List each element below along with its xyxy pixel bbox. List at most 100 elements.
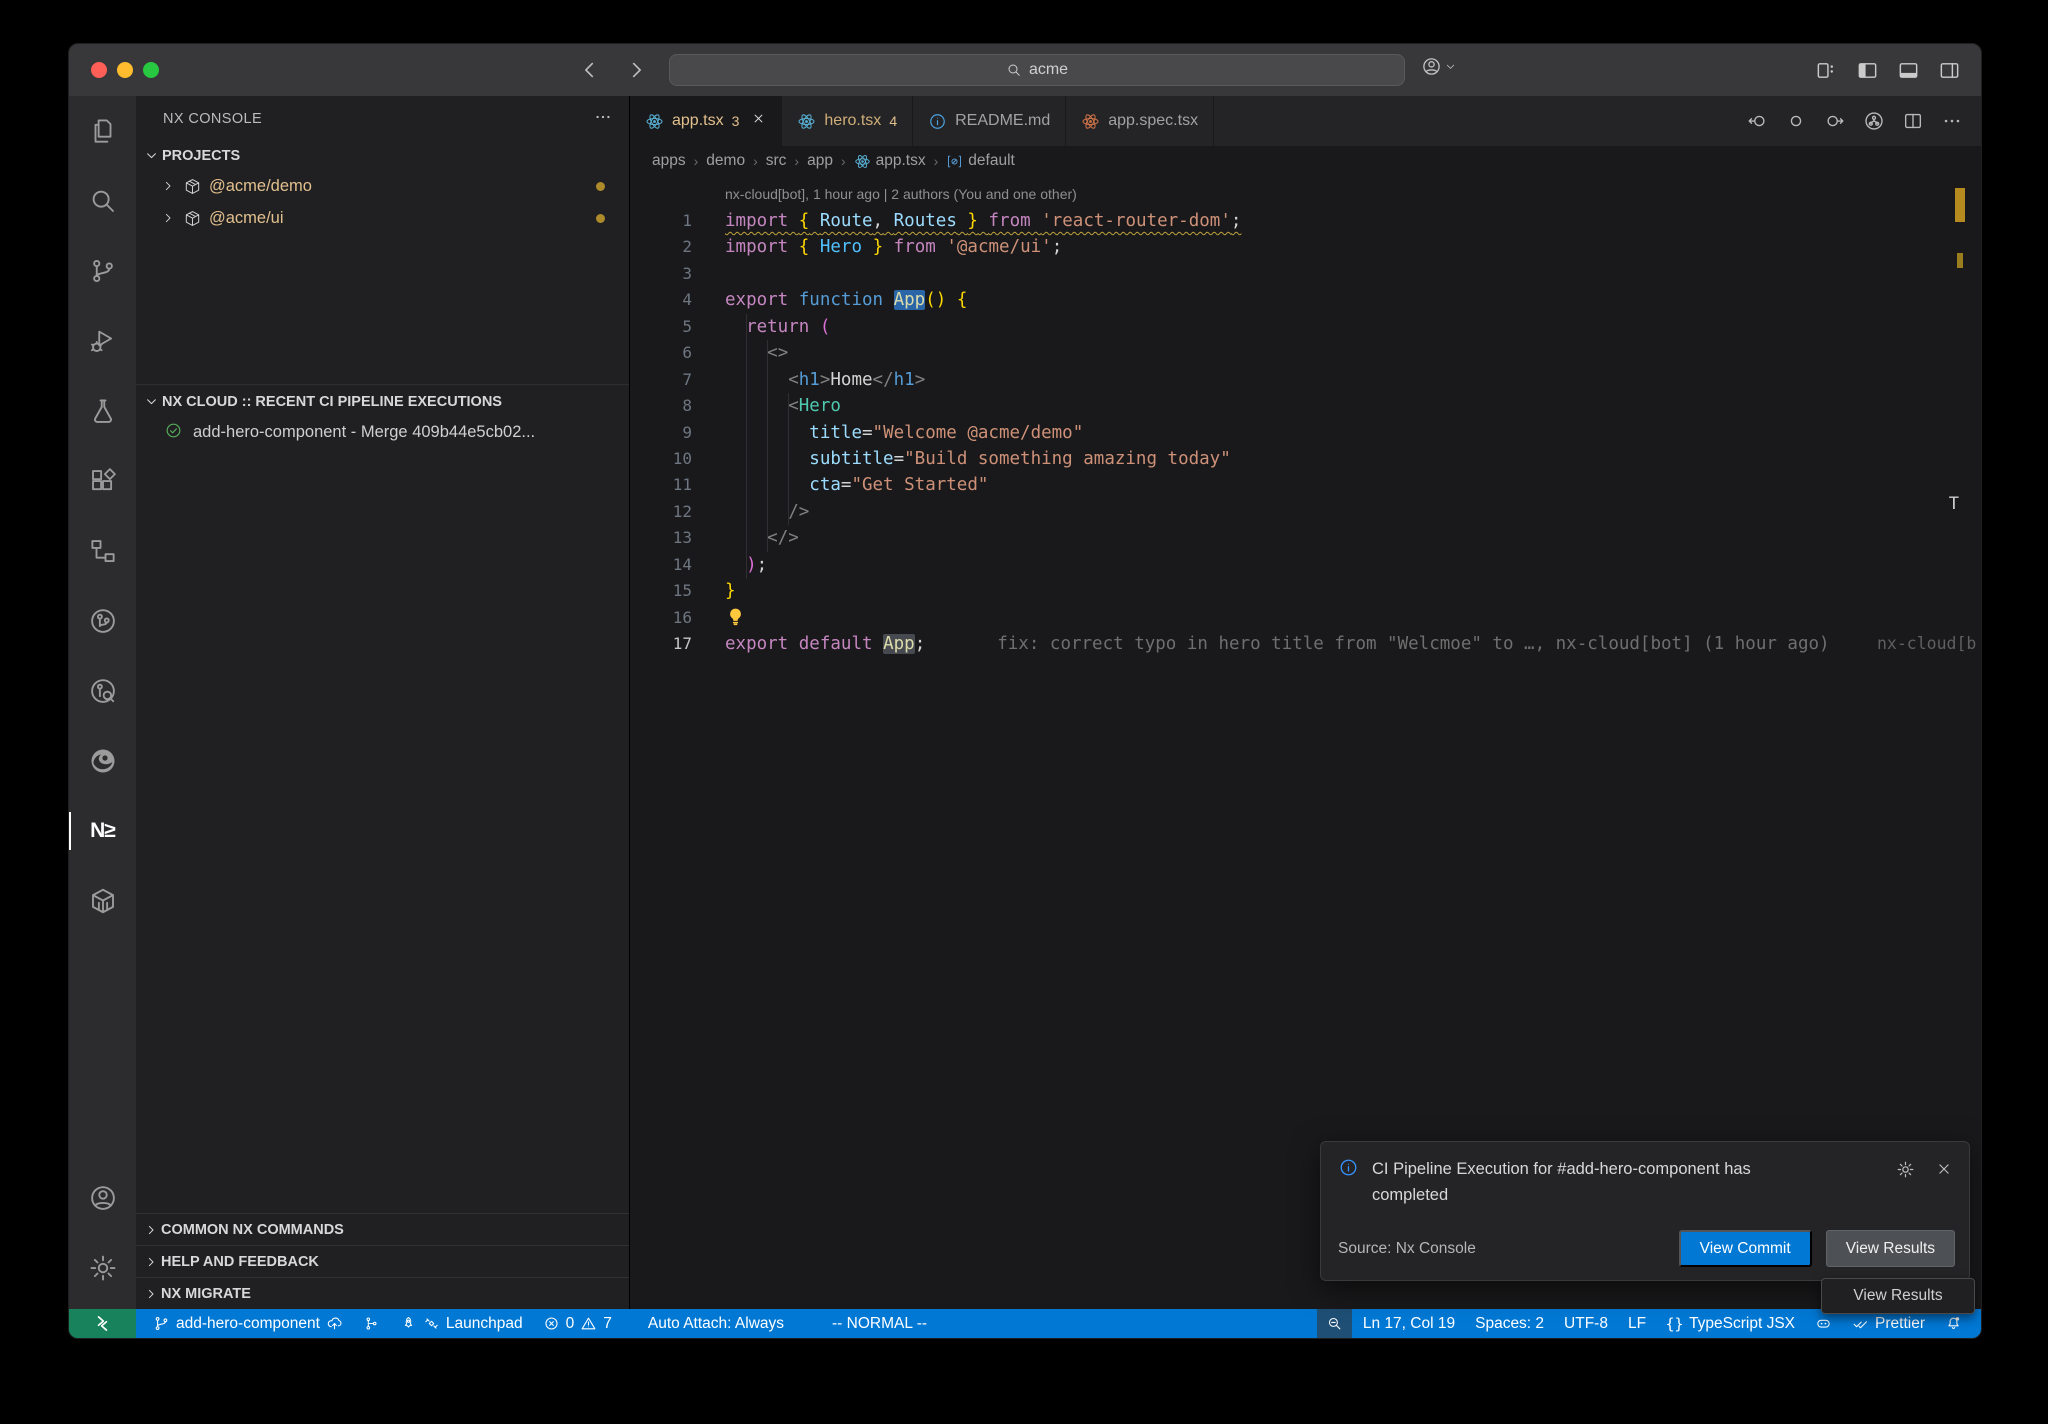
code-editor[interactable]: nx-cloud[bot], 1 hour ago | 2 authors (Y… bbox=[630, 176, 1981, 1309]
notification-settings-gear-icon[interactable] bbox=[1896, 1160, 1915, 1208]
activity-item-explorer-icon[interactable] bbox=[69, 96, 136, 166]
project-item-@acme/ui[interactable]: @acme/ui bbox=[136, 202, 629, 234]
remote-indicator[interactable] bbox=[69, 1309, 136, 1338]
projects-section-header[interactable]: PROJECTS bbox=[136, 141, 629, 170]
sidebar-section-nx-migrate[interactable]: NX MIGRATE bbox=[136, 1277, 629, 1309]
forward-arrow-icon[interactable] bbox=[625, 59, 647, 81]
close-window-button[interactable] bbox=[91, 62, 107, 78]
breadcrumb-demo[interactable]: demo bbox=[706, 152, 745, 170]
layout-panel-icon[interactable] bbox=[1897, 59, 1920, 82]
view-results-button[interactable]: View Results bbox=[1826, 1230, 1955, 1267]
nx-cloud-header-label: NX CLOUD :: RECENT CI PIPELINE EXECUTION… bbox=[162, 394, 502, 410]
activity-item-nx-console-icon[interactable]: N≥ bbox=[69, 796, 136, 866]
line-number: 16 bbox=[630, 605, 692, 631]
split-editor-icon[interactable] bbox=[1902, 110, 1924, 132]
code-line-5[interactable]: 5 return ( bbox=[630, 314, 1981, 340]
activity-item-testing-icon[interactable] bbox=[69, 376, 136, 446]
code-line-17[interactable]: 17export default App;fix: correct typo i… bbox=[630, 631, 1981, 657]
tab-README.md[interactable]: README.md bbox=[913, 96, 1066, 146]
codelens-annotation[interactable]: nx-cloud[bot], 1 hour ago | 2 authors (Y… bbox=[725, 181, 1077, 207]
code-line-3[interactable]: 3 bbox=[630, 261, 1981, 287]
language-item[interactable]: {}TypeScript JSX bbox=[1657, 1309, 1804, 1338]
activity-item-source-control-icon[interactable] bbox=[69, 236, 136, 306]
notification-close-icon[interactable] bbox=[1935, 1160, 1953, 1208]
breadcrumb-app[interactable]: app bbox=[807, 152, 833, 170]
code-line-9[interactable]: 9 title="Welcome @acme/demo" bbox=[630, 420, 1981, 446]
layout-sidebar-left-icon[interactable] bbox=[1856, 59, 1879, 82]
project-item-@acme/demo[interactable]: @acme/demo bbox=[136, 170, 629, 202]
breadcrumb-apps[interactable]: apps bbox=[652, 152, 686, 170]
code-line-12[interactable]: 12 /> bbox=[630, 499, 1981, 525]
activity-item-gitlens-icon[interactable] bbox=[69, 586, 136, 656]
code-line-14[interactable]: 14 ); bbox=[630, 552, 1981, 578]
tab-close-icon[interactable] bbox=[751, 111, 766, 126]
lightbulb-icon[interactable] bbox=[725, 606, 746, 627]
activity-item-extensions-icon[interactable] bbox=[69, 446, 136, 516]
activity-item-account-icon[interactable] bbox=[69, 1163, 136, 1233]
nav-dot-icon[interactable] bbox=[1785, 110, 1807, 132]
breadcrumb-src[interactable]: src bbox=[766, 152, 787, 170]
layout-customize-icon[interactable] bbox=[1815, 59, 1838, 82]
code-line-4[interactable]: 4export function App() { bbox=[630, 287, 1981, 313]
breadcrumb-default[interactable]: default bbox=[946, 152, 1015, 170]
activity-item-containers-icon[interactable] bbox=[69, 866, 136, 936]
line-content: ); bbox=[692, 552, 767, 578]
code-line-15[interactable]: 15} bbox=[630, 578, 1981, 604]
view-commit-button[interactable]: View Commit bbox=[1679, 1230, 1812, 1267]
code-line-2[interactable]: 2import { Hero } from '@acme/ui'; bbox=[630, 234, 1981, 260]
breadcrumb-separator: › bbox=[750, 153, 761, 169]
code-line-10[interactable]: 10 subtitle="Build something amazing tod… bbox=[630, 446, 1981, 472]
code-line-1[interactable]: 1import { Route, Routes } from 'react-ro… bbox=[630, 208, 1981, 234]
activity-item-references-icon[interactable] bbox=[69, 516, 136, 586]
code-line-11[interactable]: 11 cta="Get Started" bbox=[630, 472, 1981, 498]
activity-item-search-icon[interactable] bbox=[69, 166, 136, 236]
auto-attach-item[interactable]: Auto Attach: Always bbox=[639, 1309, 793, 1338]
code-line-8[interactable]: 8 <Hero bbox=[630, 393, 1981, 419]
sidebar-section-common-nx-commands[interactable]: COMMON NX COMMANDS bbox=[136, 1213, 629, 1245]
activity-item-run-debug-icon[interactable] bbox=[69, 306, 136, 376]
layout-sidebar-right-icon[interactable] bbox=[1938, 59, 1961, 82]
nav-back-icon[interactable] bbox=[1746, 110, 1768, 132]
tab-hero.tsx[interactable]: hero.tsx4 bbox=[782, 96, 913, 146]
activity-item-edge-browser-icon[interactable] bbox=[69, 726, 136, 796]
sidebar-section-help-and-feedback[interactable]: HELP AND FEEDBACK bbox=[136, 1245, 629, 1277]
line-number: 8 bbox=[630, 393, 692, 419]
nav-forward-icon[interactable] bbox=[1824, 110, 1846, 132]
more-actions-icon[interactable] bbox=[1941, 110, 1963, 132]
pipeline-execution-item[interactable]: add-hero-component - Merge 409b44e5cb02.… bbox=[136, 416, 629, 449]
source-control-icon bbox=[88, 256, 118, 286]
problems-item[interactable]: 07 bbox=[534, 1309, 621, 1338]
bell-dot-icon bbox=[1945, 1315, 1962, 1332]
zoom-item[interactable] bbox=[1317, 1309, 1352, 1338]
gear-icon bbox=[1896, 1160, 1915, 1179]
gitlens-inspect-icon bbox=[88, 676, 118, 706]
command-center-search[interactable]: acme bbox=[669, 54, 1405, 86]
activity-item-gitlens-inspect-icon[interactable] bbox=[69, 656, 136, 726]
git-branch-item[interactable]: add-hero-component bbox=[144, 1309, 352, 1338]
tab-app.spec.tsx[interactable]: app.spec.tsx bbox=[1066, 96, 1214, 146]
code-line-6[interactable]: 6 <> bbox=[630, 340, 1981, 366]
minimize-window-button[interactable] bbox=[117, 62, 133, 78]
zoom-out-icon bbox=[1326, 1315, 1343, 1332]
tab-app.tsx[interactable]: app.tsx3 bbox=[630, 96, 782, 146]
indentation-item[interactable]: Spaces: 2 bbox=[1466, 1309, 1553, 1338]
launchpad-item[interactable]: Launchpad bbox=[391, 1309, 532, 1338]
activity-item-settings-gear-icon[interactable] bbox=[69, 1233, 136, 1303]
profile-button[interactable] bbox=[1421, 56, 1457, 77]
code-line-7[interactable]: 7 <h1>Home</h1> bbox=[630, 367, 1981, 393]
nx-cloud-section-header[interactable]: NX CLOUD :: RECENT CI PIPELINE EXECUTION… bbox=[136, 387, 629, 416]
encoding-item[interactable]: UTF-8 bbox=[1555, 1309, 1617, 1338]
titlebar: acme bbox=[69, 44, 1981, 96]
react-orange bbox=[1081, 112, 1100, 131]
commit-graph-icon[interactable] bbox=[1863, 110, 1885, 132]
more-actions-icon[interactable] bbox=[593, 107, 613, 131]
back-arrow-icon[interactable] bbox=[579, 59, 601, 81]
eol-item[interactable]: LF bbox=[1619, 1309, 1655, 1338]
commit-graph-item[interactable] bbox=[354, 1309, 389, 1338]
cursor-position-item[interactable]: Ln 17, Col 19 bbox=[1354, 1309, 1464, 1338]
code-line-16[interactable]: 16 bbox=[630, 605, 1981, 631]
vim-mode-item[interactable]: -- NORMAL -- bbox=[823, 1309, 936, 1338]
breadcrumb-app.tsx[interactable]: app.tsx bbox=[854, 152, 926, 170]
maximize-window-button[interactable] bbox=[143, 62, 159, 78]
code-line-13[interactable]: 13 </> bbox=[630, 525, 1981, 551]
